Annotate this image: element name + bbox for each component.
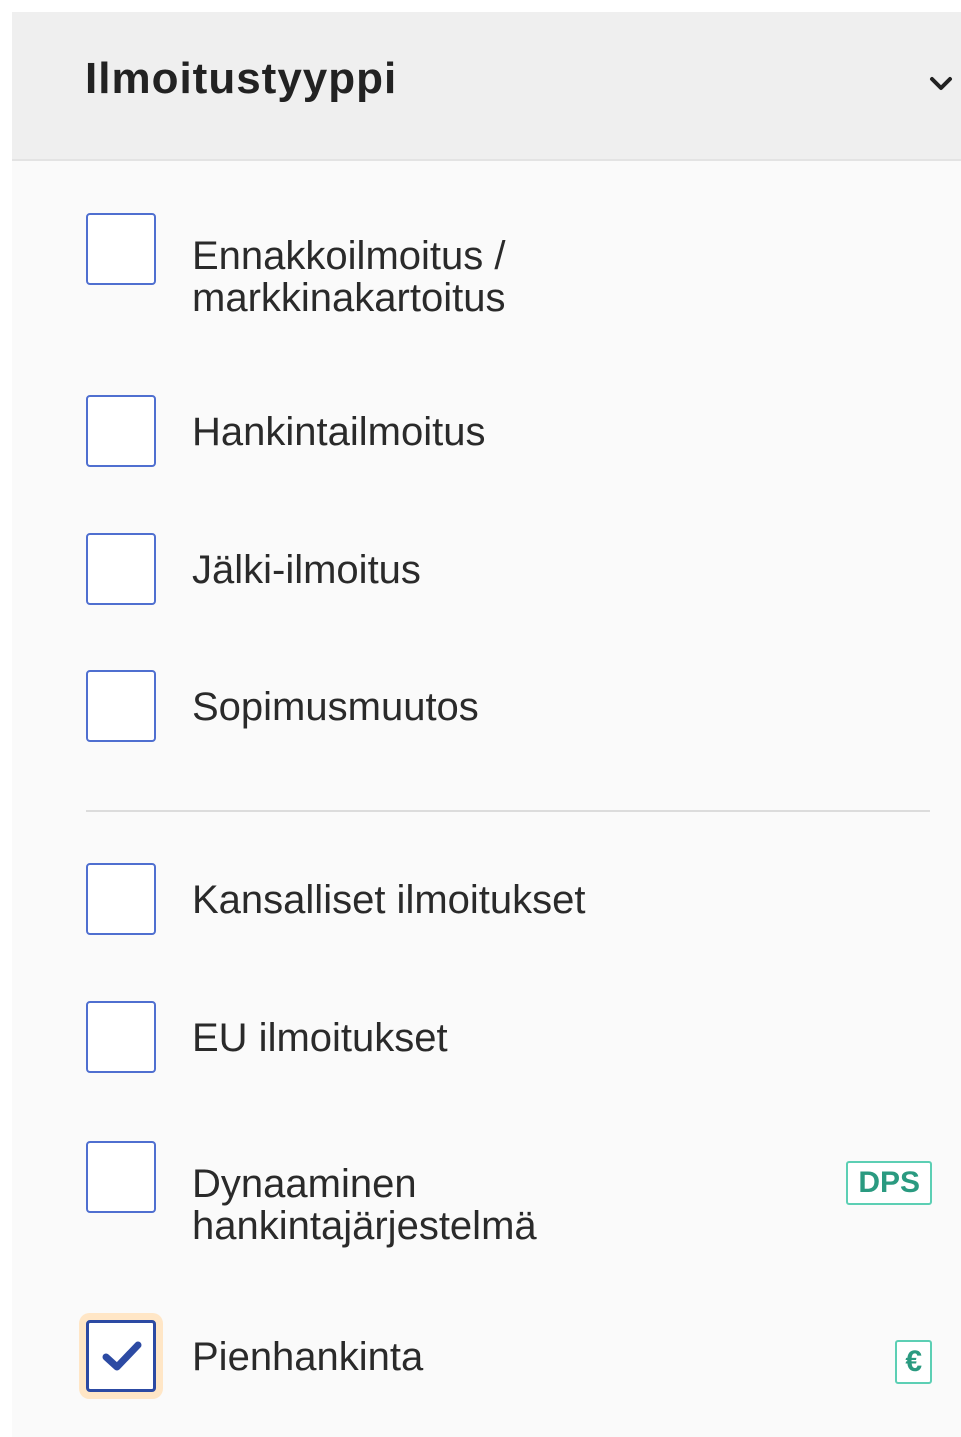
chevron-down-icon[interactable] xyxy=(927,70,955,98)
notice-type-filter-panel: Ilmoitustyyppi Ennakkoilmoitus / markkin… xyxy=(12,12,961,1437)
checkbox-hankintailmoitus[interactable] xyxy=(86,395,156,467)
checkbox-kansalliset-ilmoitukset[interactable] xyxy=(86,863,156,935)
option-eu-ilmoitukset[interactable]: EU ilmoitukset xyxy=(86,1001,932,1073)
checkbox-pienhankinta[interactable] xyxy=(86,1320,156,1392)
option-pienhankinta[interactable]: Pienhankinta € xyxy=(86,1320,932,1392)
option-kansalliset-ilmoitukset[interactable]: Kansalliset ilmoitukset xyxy=(86,863,932,935)
option-label: Dynaaminen hankintajärjestelmä xyxy=(192,1162,537,1248)
option-label: Jälki-ilmoitus xyxy=(192,548,421,592)
checkbox-eu-ilmoitukset[interactable] xyxy=(86,1001,156,1073)
option-label: Ennakkoilmoitus / markkinakartoitus xyxy=(192,234,506,320)
options-divider xyxy=(86,810,930,812)
option-label: Hankintailmoitus xyxy=(192,410,486,454)
option-dynaaminen-hankintajarjestelma[interactable]: Dynaaminen hankintajärjestelmä DPS xyxy=(86,1141,932,1247)
option-hankintailmoitus[interactable]: Hankintailmoitus xyxy=(86,395,932,467)
option-label: Kansalliset ilmoitukset xyxy=(192,878,586,922)
option-sopimusmuutos[interactable]: Sopimusmuutos xyxy=(86,670,932,742)
checkmark-icon xyxy=(102,1341,142,1371)
option-jalki-ilmoitus[interactable]: Jälki-ilmoitus xyxy=(86,533,932,605)
checkbox-ennakkoilmoitus[interactable] xyxy=(86,213,156,285)
checkbox-jalki-ilmoitus[interactable] xyxy=(86,533,156,605)
filter-title: Ilmoitustyyppi xyxy=(85,54,398,103)
checkbox-sopimusmuutos[interactable] xyxy=(86,670,156,742)
dps-badge: DPS xyxy=(846,1161,932,1205)
option-label: Sopimusmuutos xyxy=(192,685,479,729)
option-ennakkoilmoitus[interactable]: Ennakkoilmoitus / markkinakartoitus xyxy=(86,213,932,319)
filter-header[interactable]: Ilmoitustyyppi xyxy=(12,12,961,161)
option-label: Pienhankinta xyxy=(192,1335,424,1379)
option-label: EU ilmoitukset xyxy=(192,1016,448,1060)
euro-badge: € xyxy=(895,1340,932,1384)
checkbox-dynaaminen-hankintajarjestelma[interactable] xyxy=(86,1141,156,1213)
